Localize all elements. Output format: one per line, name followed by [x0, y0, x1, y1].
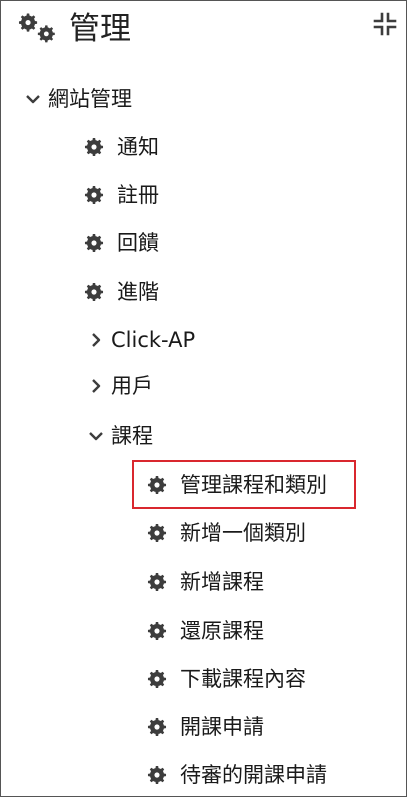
- block-title: 管理: [69, 11, 131, 47]
- tree-item-course-request[interactable]: 開課申請: [146, 707, 264, 747]
- tree-node-label: 網站管理: [48, 87, 132, 111]
- tree-item-registration[interactable]: 註冊: [83, 175, 159, 215]
- gear-icon: [147, 717, 167, 737]
- gear-icon: [147, 523, 167, 543]
- tree-item-label: 新增一個類別: [180, 521, 306, 545]
- tree-item-label: 開課申請: [180, 715, 264, 739]
- gears-icon: [18, 13, 55, 43]
- gear-icon: [147, 765, 167, 785]
- gear-icon: [147, 621, 167, 641]
- tree-node-users[interactable]: 用戶: [88, 366, 153, 406]
- gear-icon: [84, 137, 104, 157]
- block-header: 管理: [1, 1, 406, 61]
- tree-item-label: 下載課程內容: [180, 667, 306, 691]
- tree-item-manage-courses-categories[interactable]: 管理課程和類別: [146, 465, 327, 505]
- gear-icon: [147, 572, 167, 592]
- tree-node-label: Click-AP: [111, 328, 196, 352]
- tree-item-label: 通知: [117, 135, 159, 159]
- admin-block: 管理 網站管理 通知 註冊 回饋 進階 Click-AP 用戶 課程 管理課程和…: [0, 0, 407, 797]
- gear-icon: [147, 669, 167, 689]
- tree-item-restore-course[interactable]: 還原課程: [146, 611, 264, 651]
- tree-node-courses[interactable]: 課程: [88, 416, 153, 456]
- tree-item-add-course[interactable]: 新增課程: [146, 562, 264, 602]
- tree-item-label: 還原課程: [180, 619, 264, 643]
- tree-item-label: 待審的開課申請: [180, 763, 327, 787]
- tree-node-click-ap[interactable]: Click-AP: [88, 320, 195, 360]
- tree-item-download-course-content[interactable]: 下載課程內容: [146, 659, 306, 699]
- tree-item-label: 進階: [117, 280, 159, 304]
- tree-item-label: 回饋: [117, 231, 159, 255]
- tree-node-label: 課程: [111, 424, 153, 448]
- chevron-right-icon: [92, 379, 101, 393]
- chevron-down-icon: [89, 432, 103, 441]
- tree-item-pending-course-requests[interactable]: 待審的開課申請: [146, 755, 327, 795]
- tree-item-notifications[interactable]: 通知: [83, 127, 159, 167]
- tree-item-feedback[interactable]: 回饋: [83, 223, 159, 263]
- gear-icon: [84, 233, 104, 253]
- tree-item-label: 註冊: [117, 183, 159, 207]
- tree-item-add-category[interactable]: 新增一個類別: [146, 513, 306, 553]
- tree-item-advanced[interactable]: 進階: [83, 272, 159, 312]
- tree-item-label: 新增課程: [180, 570, 264, 594]
- collapse-arrows-icon[interactable]: [372, 11, 398, 37]
- chevron-down-icon: [26, 95, 40, 104]
- tree-node-label: 用戶: [111, 374, 153, 398]
- chevron-right-icon: [92, 333, 101, 347]
- tree-node-site-admin[interactable]: 網站管理: [25, 79, 132, 119]
- gear-icon: [147, 475, 167, 495]
- tree-item-label: 管理課程和類別: [180, 473, 327, 497]
- gear-icon: [84, 282, 104, 302]
- gear-icon: [84, 185, 104, 205]
